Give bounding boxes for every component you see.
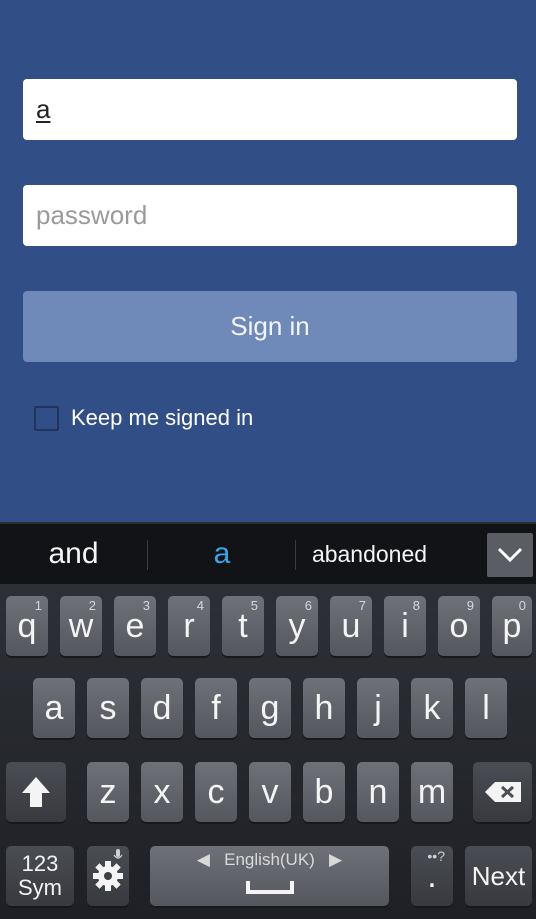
- key-m[interactable]: m: [411, 762, 453, 822]
- space-icon: [245, 881, 294, 894]
- language-left-icon: ◀: [196, 850, 210, 869]
- key-s[interactable]: s: [87, 678, 129, 738]
- keyboard: q1 w2 e3 r4 t5 y6 u7 i8 o9 p0 a s d f g …: [0, 584, 536, 919]
- key-h[interactable]: h: [303, 678, 345, 738]
- space-language-row: ◀ English(UK) ▶: [150, 850, 389, 870]
- key-g[interactable]: g: [249, 678, 291, 738]
- key-label: u: [341, 606, 361, 645]
- gear-icon: [93, 861, 123, 891]
- key-q[interactable]: q1: [6, 596, 48, 656]
- key-r[interactable]: r4: [168, 596, 210, 656]
- login-screen: a password Sign in Keep me signed in: [0, 0, 536, 522]
- sym-key[interactable]: 123 Sym: [6, 846, 74, 906]
- shift-key[interactable]: [6, 762, 66, 822]
- password-placeholder: password: [36, 200, 148, 230]
- key-b[interactable]: b: [303, 762, 345, 822]
- key-hint: 5: [250, 598, 258, 613]
- key-hint: 4: [196, 598, 204, 613]
- key-d[interactable]: d: [141, 678, 183, 738]
- period-key[interactable]: . ••?: [411, 846, 453, 906]
- keep-signed-in-row[interactable]: Keep me signed in: [34, 404, 253, 432]
- keep-signed-in-label: Keep me signed in: [71, 405, 254, 430]
- username-value: a: [36, 94, 51, 124]
- key-label: e: [125, 606, 145, 645]
- key-hint: 8: [412, 598, 420, 613]
- key-t[interactable]: t5: [222, 596, 264, 656]
- key-hint: 7: [358, 598, 366, 613]
- collapse-suggestions-button[interactable]: [487, 533, 533, 577]
- key-j[interactable]: j: [357, 678, 399, 738]
- key-label: y: [288, 606, 306, 645]
- suggestion-item[interactable]: and: [0, 524, 147, 584]
- settings-key[interactable]: [87, 846, 129, 906]
- language-right-icon: ▶: [329, 850, 343, 869]
- space-language-label: English(UK): [224, 850, 315, 869]
- key-l[interactable]: l: [465, 678, 507, 738]
- key-hint: 9: [466, 598, 474, 613]
- keep-signed-in-checkbox[interactable]: [34, 405, 59, 431]
- key-hint: 1: [34, 598, 42, 613]
- key-k[interactable]: k: [411, 678, 453, 738]
- key-label: i: [401, 606, 409, 645]
- key-label: t: [238, 606, 248, 645]
- suggestion-divider: [147, 540, 148, 570]
- key-z[interactable]: z: [87, 762, 129, 822]
- backspace-icon: [484, 782, 521, 802]
- key-label: o: [449, 606, 469, 645]
- key-x[interactable]: x: [141, 762, 183, 822]
- key-w[interactable]: w2: [60, 596, 102, 656]
- key-v[interactable]: v: [249, 762, 291, 822]
- period-hint: ••?: [427, 848, 445, 864]
- suggestion-divider: [295, 540, 296, 570]
- next-key[interactable]: Next: [465, 846, 532, 906]
- key-c[interactable]: c: [195, 762, 237, 822]
- chevron-down-icon: [497, 547, 523, 563]
- suggestion-item[interactable]: a: [149, 524, 295, 584]
- key-label: q: [17, 606, 37, 645]
- space-key[interactable]: ◀ English(UK) ▶: [150, 846, 389, 906]
- key-a[interactable]: a: [33, 678, 75, 738]
- sym-key-line1: 123: [21, 851, 59, 876]
- key-hint: 0: [518, 598, 526, 613]
- key-p[interactable]: p0: [492, 596, 532, 656]
- shift-arrow-icon: [22, 777, 50, 807]
- username-field[interactable]: a: [23, 79, 517, 140]
- sign-in-button[interactable]: Sign in: [23, 291, 517, 362]
- key-e[interactable]: e3: [114, 596, 156, 656]
- key-hint: 3: [142, 598, 150, 613]
- backspace-key[interactable]: [473, 762, 532, 822]
- key-f[interactable]: f: [195, 678, 237, 738]
- key-hint: 6: [304, 598, 312, 613]
- key-label: r: [183, 606, 195, 645]
- suggestion-bar: and a abandoned: [0, 522, 536, 584]
- key-o[interactable]: o9: [438, 596, 480, 656]
- suggestion-item[interactable]: abandoned: [297, 524, 442, 584]
- key-n[interactable]: n: [357, 762, 399, 822]
- password-field[interactable]: password: [23, 185, 517, 246]
- key-hint: 2: [88, 598, 96, 613]
- key-y[interactable]: y6: [276, 596, 318, 656]
- sym-key-line2: Sym: [18, 875, 62, 900]
- key-i[interactable]: i8: [384, 596, 426, 656]
- key-u[interactable]: u7: [330, 596, 372, 656]
- microphone-icon: [113, 849, 123, 859]
